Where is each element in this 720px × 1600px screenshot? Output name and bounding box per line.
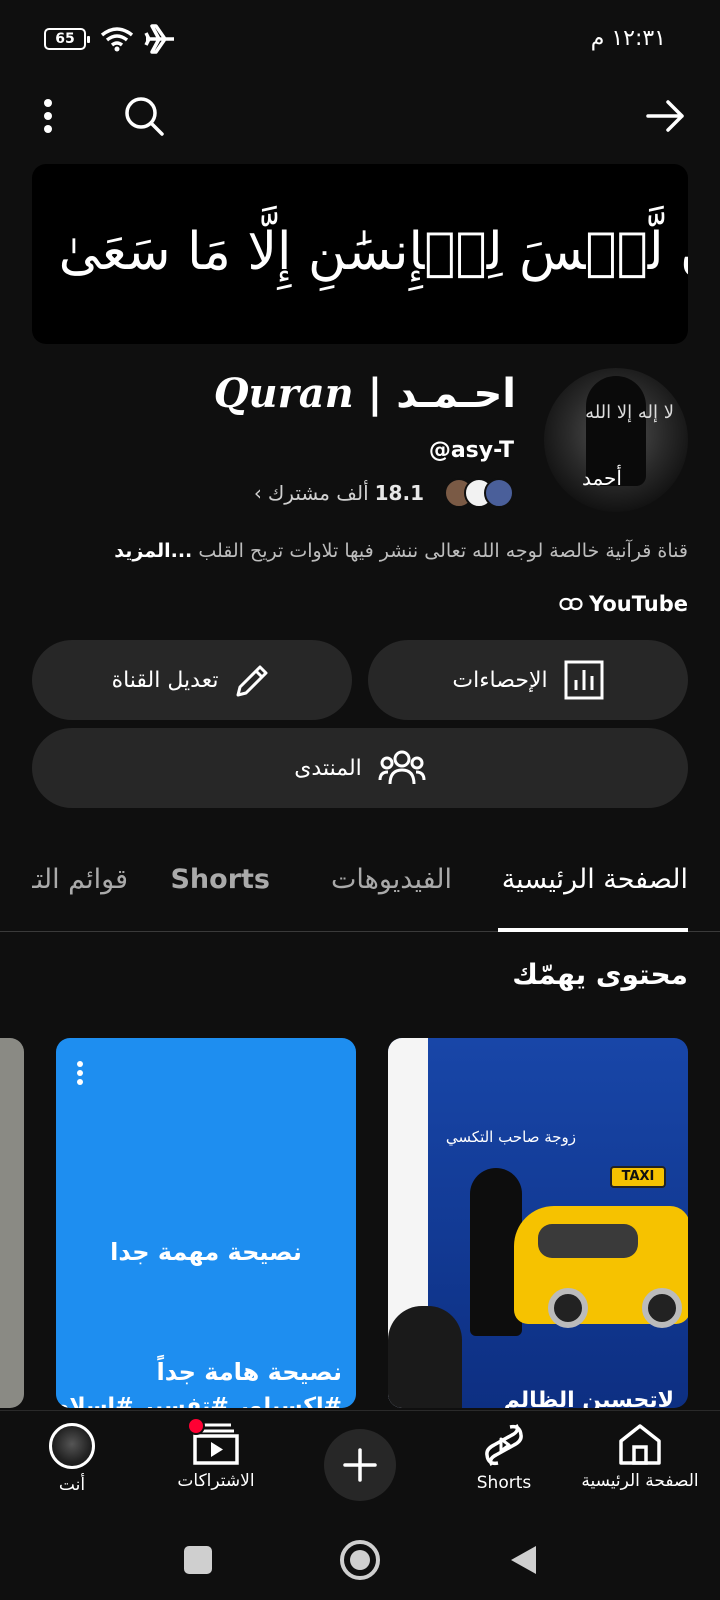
subscriptions-icon-wrap [187, 1417, 239, 1465]
nav-home[interactable]: الصفحة الرئيسية [570, 1423, 710, 1491]
section-title: محتوى يهمّك [512, 958, 688, 991]
notification-badge [187, 1417, 205, 1435]
nav-subscriptions[interactable]: الاشتراكات [146, 1417, 286, 1491]
tab-home[interactable]: الصفحة الرئيسية [502, 864, 688, 895]
subscriber-avatars [444, 478, 514, 508]
card-hashtags: #اكسبلور #تفسير #اسلام [56, 1394, 342, 1408]
bottom-navigation: الصفحة الرئيسية Shorts الاشتراكات أنت [0, 1410, 720, 1522]
subscriber-count: 18.1 [374, 481, 424, 505]
stats-label: الإحصاءات [452, 667, 548, 693]
card-subtitle: نصيحة هامة جداً [156, 1358, 342, 1386]
active-tab-indicator [498, 928, 688, 932]
battery-level: 65 [55, 31, 75, 47]
subscriber-label: ألف مشترك [267, 481, 369, 505]
system-navigation-bar [0, 1522, 720, 1600]
pencil-icon [236, 665, 268, 697]
tab-playlists[interactable]: قوائم التـ [32, 864, 128, 895]
community-label: المنتدى [294, 755, 362, 781]
taxi-car [514, 1206, 688, 1328]
description-text: قناة قرآنية خالصة لوجه الله تعالى ننشر ف… [198, 540, 688, 562]
channel-handle: @asy-T [428, 438, 514, 463]
card-title: نصيحة مهمة جدا [110, 1238, 302, 1266]
channel-link[interactable]: YouTube [559, 592, 688, 616]
channel-name-separator: | [367, 371, 383, 417]
nav-shorts[interactable]: Shorts [434, 1423, 574, 1493]
nav-subscriptions-label: الاشتراكات [177, 1471, 255, 1491]
stats-button[interactable]: الإحصاءات [368, 640, 688, 720]
back-system-button[interactable] [508, 1544, 538, 1576]
subscriber-avatar [484, 478, 514, 508]
shorts-card[interactable]: زوجة صاحب التكسي TAXI لاتحسبن الظالم [388, 1038, 688, 1408]
plus-icon [343, 1448, 377, 1482]
subscriber-info[interactable]: ‹ ألف مشترك 18.1 [254, 478, 514, 508]
community-icon [378, 750, 426, 785]
taxi-sign: TAXI [610, 1166, 666, 1188]
tab-videos[interactable]: الفيديوهات [331, 864, 452, 895]
recents-button[interactable] [184, 1546, 212, 1574]
community-button[interactable]: المنتدى [32, 728, 688, 808]
channel-description[interactable]: قناة قرآنية خالصة لوجه الله تعالى ننشر ف… [28, 540, 688, 562]
nav-you[interactable]: أنت [2, 1423, 142, 1495]
back-button[interactable] [638, 88, 694, 144]
status-bar: 65 ١٢:٣١ م [0, 0, 720, 78]
more-options-button[interactable] [20, 88, 76, 144]
banner-ayah: وَأَن لَّيۡسَ لِلۡإِنسَٰنِ إِلَّا مَا سَ… [32, 222, 688, 287]
nav-shorts-label: Shorts [476, 1473, 532, 1493]
card-menu-icon[interactable] [76, 1060, 84, 1086]
home-system-button[interactable] [340, 1540, 380, 1580]
card-caption: زوجة صاحب التكسي [445, 1128, 576, 1146]
channel-name: احـمـد | Quran [214, 370, 516, 417]
channel-avatar[interactable]: لا إله إلا الله أحمد [544, 368, 688, 512]
search-button[interactable] [116, 88, 172, 144]
channel-name-arabic: احـمـد [396, 371, 516, 417]
nav-you-label: أنت [58, 1475, 86, 1495]
wifi-icon [100, 27, 134, 52]
taxi-wheel [548, 1288, 588, 1328]
more-link[interactable]: ...المزيد [114, 540, 192, 562]
clock: ١٢:٣١ م [590, 26, 666, 51]
taxi-window [538, 1224, 638, 1258]
home-icon [619, 1424, 661, 1465]
man-figure [388, 1306, 462, 1408]
shorts-card[interactable]: نصيحة مهمة جدا نصيحة هامة جداً #اكسبلور … [56, 1038, 356, 1408]
airplane-mode-icon [144, 24, 174, 54]
home-dot [350, 1550, 370, 1570]
taxi-wheel [642, 1288, 682, 1328]
create-button[interactable] [324, 1429, 396, 1501]
stats-icon [564, 660, 604, 700]
channel-name-latin: Quran [213, 370, 354, 417]
tab-shorts[interactable]: Shorts [170, 864, 270, 895]
link-icon [559, 597, 583, 611]
edit-channel-button[interactable]: تعديل القناة [32, 640, 352, 720]
nav-home-label: الصفحة الرئيسية [581, 1471, 699, 1491]
top-app-bar [0, 80, 720, 160]
channel-banner: وَأَن لَّيۡسَ لِلۡإِنسَٰنِ إِلَّا مَا سَ… [32, 164, 688, 344]
edit-channel-label: تعديل القناة [111, 667, 219, 693]
arrow-right-icon [646, 100, 684, 132]
battery-icon: 65 [44, 28, 90, 50]
channel-tabs: الصفحة الرئيسية الفيديوهات Shorts قوائم … [0, 850, 720, 932]
search-icon [125, 97, 164, 136]
avatar-flag-text: لا إله إلا الله [585, 402, 674, 423]
you-avatar [49, 1423, 95, 1469]
shorts-icon [485, 1424, 523, 1466]
link-label: YouTube [589, 592, 688, 616]
card-bottom-text: لاتحسبن الظالم [503, 1388, 674, 1408]
chevron-left-icon: ‹ [253, 481, 262, 505]
vertical-dots-icon [44, 99, 52, 133]
shorts-card-partial[interactable] [0, 1038, 24, 1408]
ayah-text: وَأَن لَّيۡسَ لِلۡإِنسَٰنِ إِلَّا مَا سَ… [58, 221, 688, 282]
avatar-caption: أحمد [582, 466, 622, 490]
